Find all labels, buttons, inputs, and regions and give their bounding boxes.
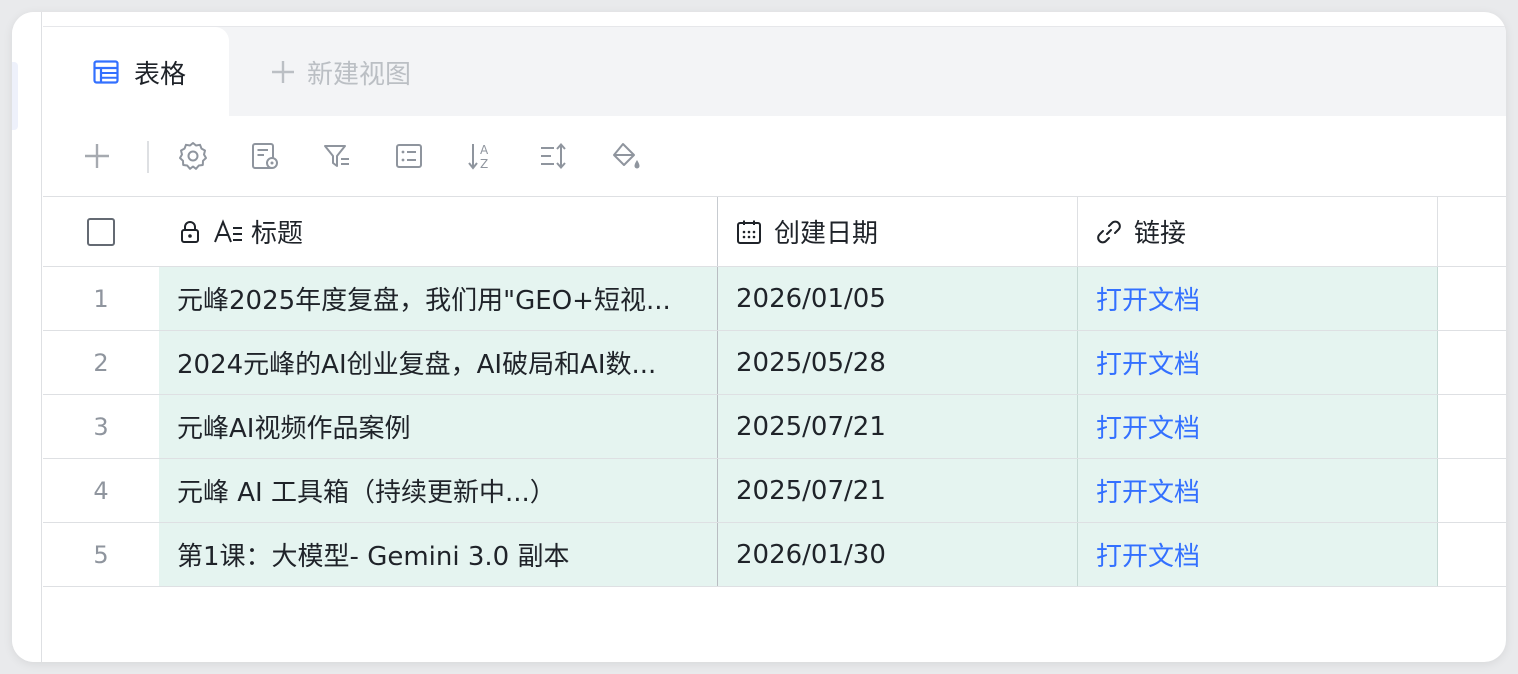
left-rail xyxy=(12,12,42,662)
table-row[interactable]: 4 元峰 AI 工具箱（持续更新中...） 2025/07/21 打开文档 xyxy=(43,459,1506,523)
toolbar: A Z xyxy=(43,116,1506,196)
view-tabbar: 表格 新建视图 xyxy=(43,26,1506,117)
title-cell[interactable]: 元峰 AI 工具箱（持续更新中...） xyxy=(159,459,718,522)
select-all-checkbox[interactable] xyxy=(87,217,115,246)
column-link-label: 链接 xyxy=(1134,219,1187,249)
filter-icon[interactable] xyxy=(321,140,353,172)
date-cell[interactable]: 2026/01/30 xyxy=(718,523,1078,586)
title-cell[interactable]: 元峰2025年度复盘，我们用"GEO+短视... xyxy=(159,267,718,330)
tab-table-view[interactable]: 表格 xyxy=(43,27,229,117)
title-cell[interactable]: 元峰AI视频作品案例 xyxy=(159,395,718,458)
column-header-title[interactable]: 标题 xyxy=(159,197,718,266)
open-doc-link[interactable]: 打开文档 xyxy=(1096,280,1200,317)
row-height-icon[interactable] xyxy=(537,140,569,172)
plus-icon xyxy=(272,61,294,83)
row-number: 5 xyxy=(93,540,109,569)
add-record-icon[interactable] xyxy=(81,140,113,172)
table-row[interactable]: 5 第1课：大模型- Gemini 3.0 副本 2026/01/30 打开文档 xyxy=(43,523,1506,587)
header-row: 标题 创建日期 链接 xyxy=(43,197,1506,267)
link-cell[interactable]: 打开文档 xyxy=(1078,459,1438,522)
open-doc-link[interactable]: 打开文档 xyxy=(1096,536,1200,573)
settings-icon[interactable] xyxy=(177,140,209,172)
date-text: 2026/01/05 xyxy=(736,283,886,314)
group-icon[interactable] xyxy=(393,140,425,172)
link-cell[interactable]: 打开文档 xyxy=(1078,523,1438,586)
svg-text:A: A xyxy=(480,143,489,157)
row-number: 3 xyxy=(93,412,109,441)
date-text: 2025/05/28 xyxy=(736,347,886,378)
date-text: 2025/07/21 xyxy=(736,411,886,442)
data-grid: 标题 创建日期 链接 1 元峰2025年度复盘，我们用"GEO+短视... 20… xyxy=(43,196,1506,662)
date-cell[interactable]: 2025/07/21 xyxy=(718,459,1078,522)
select-all-cell xyxy=(43,197,159,266)
title-text: 第1课：大模型- Gemini 3.0 副本 xyxy=(177,542,570,572)
column-title-label: 标题 xyxy=(251,219,304,249)
link-icon xyxy=(1097,220,1121,243)
color-fill-icon[interactable] xyxy=(609,140,641,172)
date-cell[interactable]: 2026/01/05 xyxy=(718,267,1078,330)
sort-icon[interactable]: A Z xyxy=(465,140,497,172)
tab-table-label: 表格 xyxy=(134,59,187,90)
column-header-date[interactable]: 创建日期 xyxy=(718,197,1078,266)
date-text: 2026/01/30 xyxy=(736,539,886,570)
open-doc-link[interactable]: 打开文档 xyxy=(1096,344,1200,381)
table-row[interactable]: 1 元峰2025年度复盘，我们用"GEO+短视... 2026/01/05 打开… xyxy=(43,267,1506,331)
calendar-icon xyxy=(737,220,761,244)
date-cell[interactable]: 2025/07/21 xyxy=(718,395,1078,458)
link-cell[interactable]: 打开文档 xyxy=(1078,331,1438,394)
title-text: 元峰AI视频作品案例 xyxy=(177,414,411,444)
table-row[interactable]: 3 元峰AI视频作品案例 2025/07/21 打开文档 xyxy=(43,395,1506,459)
form-settings-icon[interactable] xyxy=(249,140,281,172)
title-text: 2024元峰的AI创业复盘，AI破局和AI数... xyxy=(177,350,657,380)
title-text: 元峰 AI 工具箱（持续更新中...） xyxy=(177,478,556,508)
new-view-button[interactable]: 新建视图 xyxy=(269,27,411,117)
date-cell[interactable]: 2025/05/28 xyxy=(718,331,1078,394)
toolbar-separator xyxy=(147,141,149,173)
base-table-window: 表格 新建视图 A Z 标题 创建日期 链接 1 元峰2025年度复盘，我们用"… xyxy=(12,12,1506,662)
column-date-label: 创建日期 xyxy=(774,219,879,249)
table-icon xyxy=(93,60,119,84)
link-cell[interactable]: 打开文档 xyxy=(1078,267,1438,330)
title-text: 元峰2025年度复盘，我们用"GEO+短视... xyxy=(177,286,671,316)
table-row[interactable]: 2 2024元峰的AI创业复盘，AI破局和AI数... 2025/05/28 打… xyxy=(43,331,1506,395)
rail-tab-indicator[interactable] xyxy=(12,62,18,130)
row-number: 2 xyxy=(93,348,109,377)
title-cell[interactable]: 第1课：大模型- Gemini 3.0 副本 xyxy=(159,523,718,586)
open-doc-link[interactable]: 打开文档 xyxy=(1096,408,1200,445)
lock-icon xyxy=(181,220,199,243)
new-view-label: 新建视图 xyxy=(307,59,412,90)
text-field-icon xyxy=(214,218,242,242)
title-cell[interactable]: 2024元峰的AI创业复盘，AI破局和AI数... xyxy=(159,331,718,394)
row-number: 4 xyxy=(93,476,109,505)
column-header-link[interactable]: 链接 xyxy=(1078,197,1438,266)
row-number: 1 xyxy=(93,284,109,313)
link-cell[interactable]: 打开文档 xyxy=(1078,395,1438,458)
svg-text:Z: Z xyxy=(480,157,488,171)
date-text: 2025/07/21 xyxy=(736,475,886,506)
open-doc-link[interactable]: 打开文档 xyxy=(1096,472,1200,509)
